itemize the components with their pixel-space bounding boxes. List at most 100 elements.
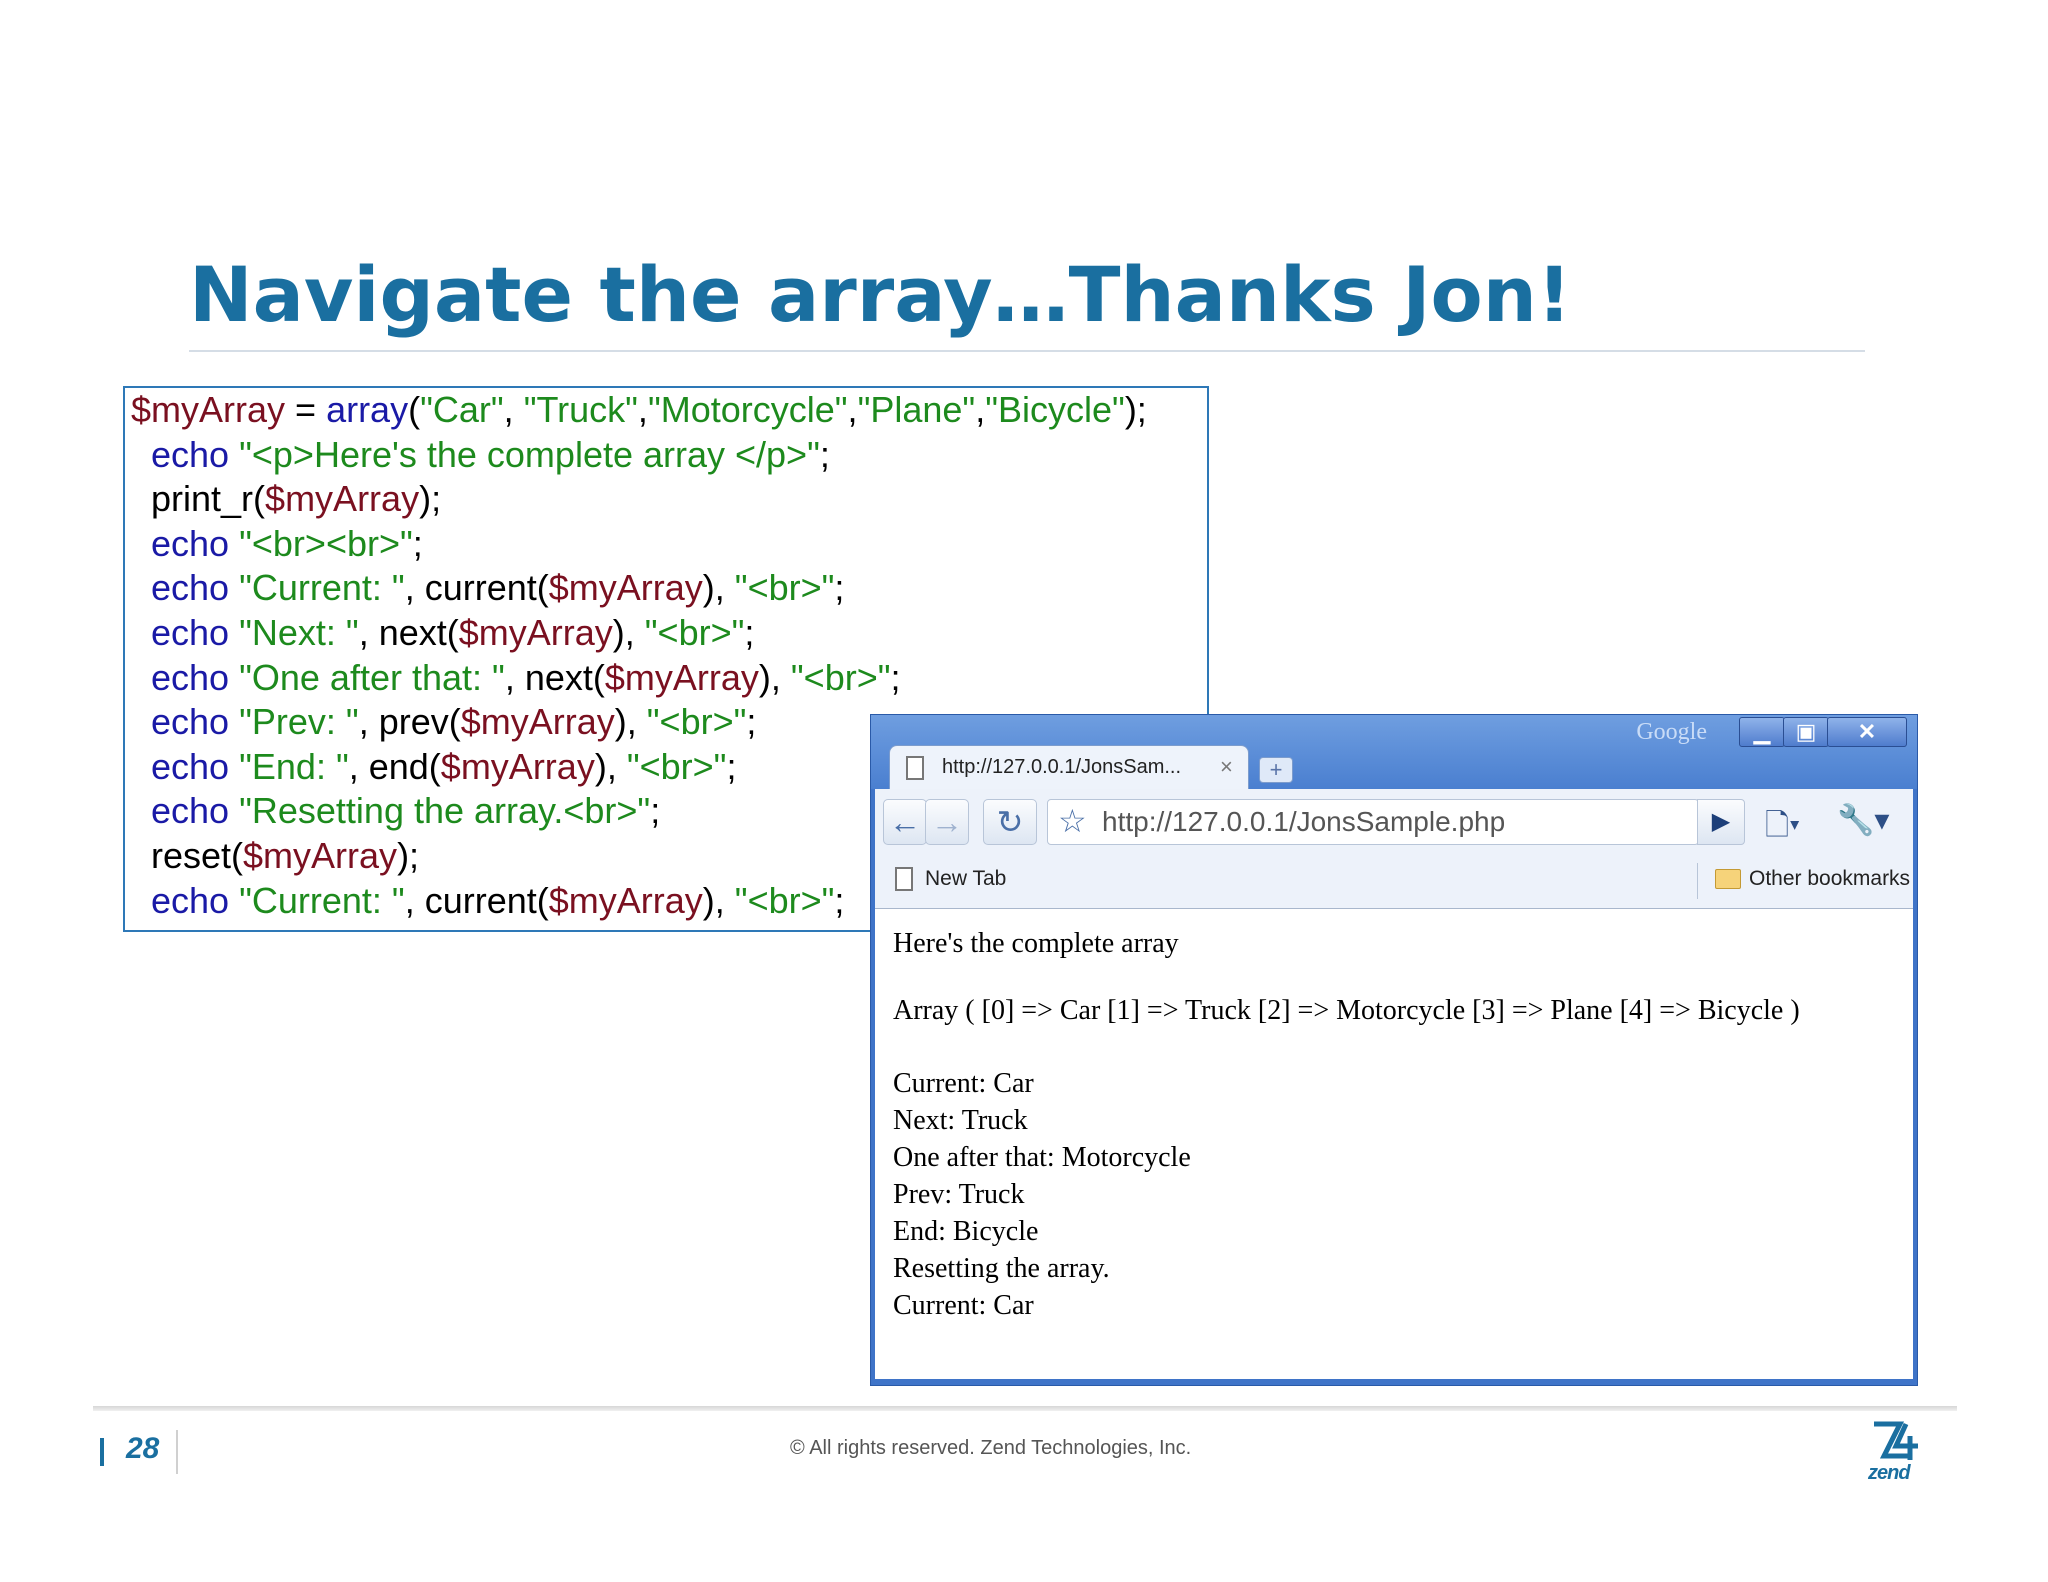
slide-title: Navigate the array…Thanks Jon!	[189, 250, 1572, 339]
code-token: ,	[637, 389, 648, 430]
code-token: , end(	[348, 745, 441, 787]
code-token: "<br>"	[646, 701, 747, 743]
url-text[interactable]: http://127.0.0.1/JonsSample.php	[1102, 806, 1505, 838]
code-line: echo "<p>Here's the complete array </p>"…	[131, 433, 1147, 478]
code-token: $myArray	[265, 478, 420, 520]
code-token: "<p>Here's the complete array </p>"	[239, 433, 820, 475]
output-line: Next: Truck	[893, 1105, 1028, 1136]
zend-logo-text: zend	[1868, 1462, 1911, 1484]
code-token: $myArray	[548, 567, 703, 609]
output-line: Prev: Truck	[893, 1179, 1025, 1210]
minimize-icon[interactable]: ▁	[1739, 717, 1785, 747]
address-bar[interactable]: ☆ http://127.0.0.1/JonsSample.php	[1047, 799, 1699, 845]
code-token: reset(	[131, 834, 244, 876]
array-dump: Array ( [0] => Car [1] => Truck [2] => M…	[893, 995, 1800, 1026]
code-token: ),	[702, 567, 735, 609]
code-token: $myArray	[604, 656, 759, 698]
reload-icon[interactable]: ↻	[983, 799, 1037, 845]
code-token: array	[326, 389, 409, 430]
code-line: echo "One after that: ", next($myArray),…	[131, 656, 1147, 701]
code-line: $myArray = array("Car", "Truck","Motorcy…	[131, 388, 1147, 433]
output-line: Current: Car	[893, 1068, 1034, 1099]
code-token: echo	[151, 879, 230, 921]
maximize-icon[interactable]: ▣	[1783, 717, 1829, 747]
code-token: , current(	[404, 879, 549, 921]
window-titlebar: Google ▁ ▣ ✕ http://127.0.0.1/JonsSam...…	[871, 715, 1917, 791]
footer-divider	[176, 1430, 178, 1474]
code-token: , current(	[404, 567, 549, 609]
code-token: $myArray	[440, 745, 595, 787]
close-icon[interactable]: ✕	[1827, 717, 1907, 747]
code-token: "<br>"	[734, 567, 835, 609]
code-token: $myArray	[548, 879, 703, 921]
code-token: ;	[412, 522, 423, 564]
code-token: ,	[503, 389, 524, 430]
code-token: =	[285, 389, 327, 430]
code-token: ;	[834, 567, 845, 609]
code-token: "Next: "	[239, 611, 359, 653]
page-marker	[100, 1438, 104, 1466]
folder-icon	[1715, 869, 1741, 889]
code-token: );	[1124, 389, 1147, 430]
code-token: $myArray	[131, 389, 286, 430]
code-token: ,	[975, 389, 986, 430]
code-token: ;	[819, 433, 830, 475]
code-line: echo "<br><br>";	[131, 522, 1147, 567]
page-number: 28	[126, 1432, 160, 1465]
new-tab-button[interactable]: +	[1259, 757, 1293, 783]
code-token: "<br>"	[644, 611, 745, 653]
code-token: $myArray	[460, 701, 615, 743]
code-token: ;	[834, 879, 845, 921]
back-arrow-icon[interactable]: ←	[883, 799, 927, 845]
code-token: $myArray	[458, 611, 613, 653]
page-menu-icon[interactable]: 🗋▾	[1765, 803, 1800, 854]
browser-window: Google ▁ ▣ ✕ http://127.0.0.1/JonsSam...…	[870, 714, 1918, 1386]
code-token: ;	[650, 790, 661, 832]
bookmark-new-tab[interactable]: New Tab	[925, 867, 1006, 891]
browser-tab[interactable]: http://127.0.0.1/JonsSam... ×	[889, 745, 1249, 791]
page-content: Here's the complete array Array ( [0] =>…	[875, 909, 1913, 1379]
wrench-icon[interactable]: 🔧▾	[1837, 803, 1889, 838]
tab-close-icon[interactable]: ×	[1220, 754, 1233, 780]
output-line: One after that: Motorcycle	[893, 1142, 1191, 1173]
code-token: ),	[594, 745, 627, 787]
bookmarks-bar: New Tab Other bookmarks	[875, 853, 1913, 909]
tab-title: http://127.0.0.1/JonsSam...	[942, 756, 1182, 778]
code-token: echo	[151, 522, 230, 564]
code-token: ),	[758, 656, 791, 698]
code-token: "Current: "	[239, 879, 405, 921]
code-token: ,	[847, 389, 858, 430]
code-token: echo	[151, 656, 230, 698]
code-token: "Resetting the array.<br>"	[239, 790, 651, 832]
code-token: "Current: "	[239, 567, 405, 609]
other-bookmarks[interactable]: Other bookmarks	[1749, 867, 1910, 891]
code-token: ;	[746, 701, 757, 743]
code-token: (	[408, 389, 421, 430]
code-token: , next(	[504, 656, 605, 698]
code-token: ),	[612, 611, 645, 653]
page-icon	[906, 756, 924, 780]
forward-arrow-icon[interactable]: →	[925, 799, 969, 845]
titlebar-brand: Google	[1636, 719, 1707, 745]
star-icon[interactable]: ☆	[1058, 802, 1087, 840]
code-line: echo "Current: ", current($myArray), "<b…	[131, 566, 1147, 611]
code-token: ),	[614, 701, 647, 743]
code-token: "<br>"	[626, 745, 727, 787]
code-token: echo	[151, 745, 230, 787]
output-line: Current: Car	[893, 1290, 1034, 1321]
play-icon[interactable]: ▶	[1697, 799, 1745, 845]
copyright-text: © All rights reserved. Zend Technologies…	[790, 1437, 1192, 1459]
code-token: "Plane"	[857, 389, 976, 430]
code-token: echo	[151, 611, 230, 653]
output-line: Resetting the array.	[893, 1253, 1110, 1284]
